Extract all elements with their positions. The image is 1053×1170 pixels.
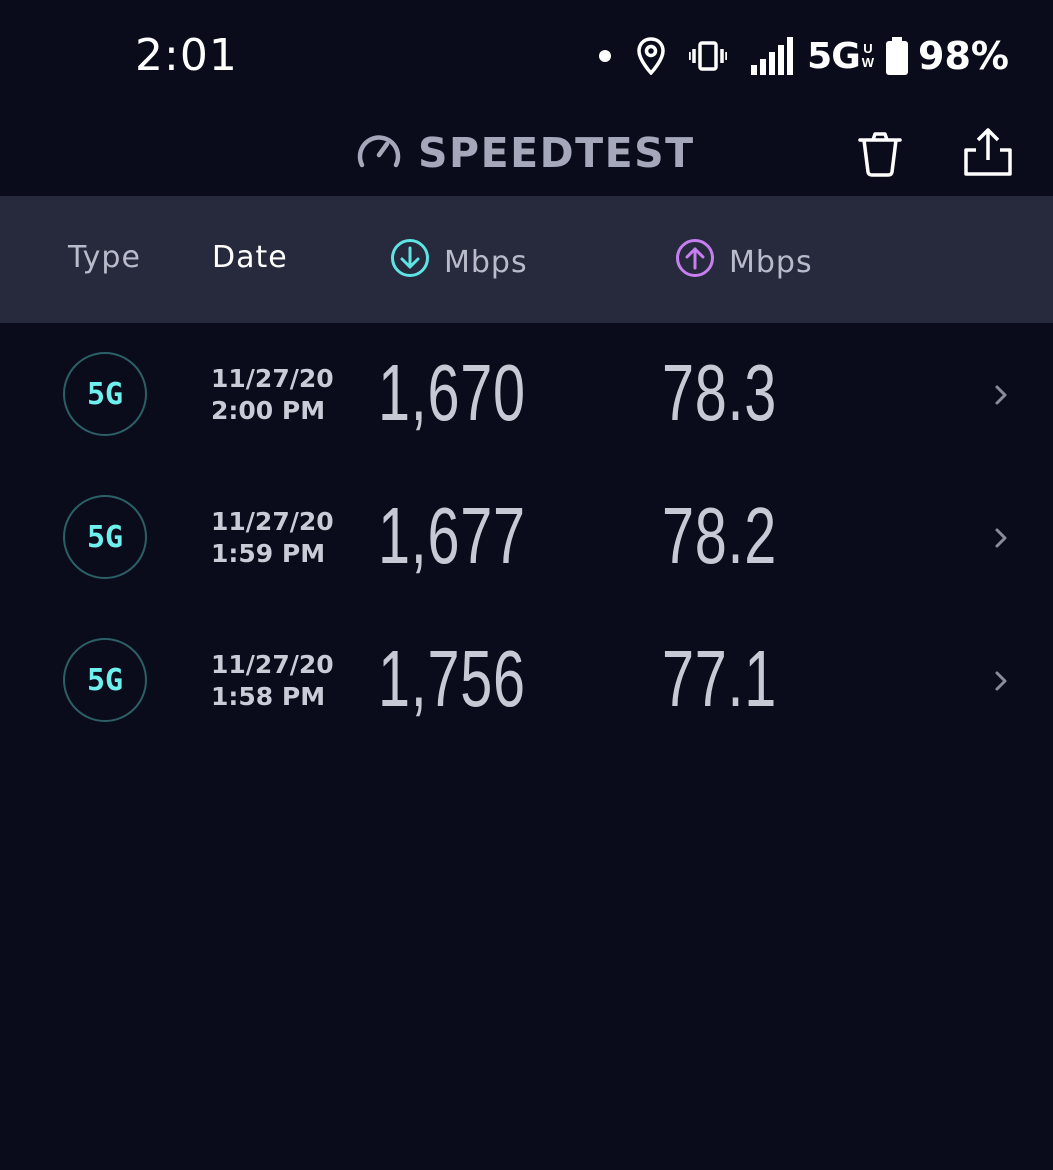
result-date: 11/27/20 [211, 650, 334, 679]
network-sub-label: U W [862, 42, 874, 70]
result-row[interactable]: 5G 11/27/20 1:59 PM 1,677 78.2 [0, 466, 1053, 609]
app-title: SPEEDTEST [356, 128, 695, 178]
trash-icon [858, 132, 902, 177]
column-header-upload[interactable]: Mbps [675, 238, 813, 286]
network-type-label: 5G [807, 35, 861, 77]
result-time: 2:00 PM [211, 396, 326, 425]
app-header: SPEEDTEST [0, 110, 1053, 196]
vibrate-icon [689, 41, 728, 71]
network-sub-top: U [863, 41, 873, 56]
chevron-right-icon[interactable] [990, 381, 1012, 409]
result-datetime: 11/27/20 1:58 PM [211, 649, 334, 713]
result-row[interactable]: 5G 11/27/20 2:00 PM 1,670 78.3 [0, 323, 1053, 466]
download-arrow-icon [390, 238, 430, 286]
column-header-download[interactable]: Mbps [390, 238, 528, 286]
download-unit-label: Mbps [444, 244, 528, 280]
network-sub-bottom: W [861, 55, 875, 70]
share-button[interactable] [962, 126, 1014, 178]
battery-icon [886, 37, 909, 75]
download-speed-value: 1,670 [378, 348, 526, 437]
speedometer-icon [356, 131, 402, 176]
signal-strength-icon [751, 37, 794, 75]
column-header-date[interactable]: Date [212, 240, 288, 275]
chevron-right-icon[interactable] [990, 667, 1012, 695]
results-table-header: Type Date Mbps Mbps [0, 196, 1053, 323]
upload-speed-value: 78.3 [662, 348, 777, 437]
upload-speed-value: 77.1 [662, 634, 777, 723]
status-time: 2:01 [135, 30, 238, 81]
result-time: 1:59 PM [211, 539, 326, 568]
connection-type-badge: 5G [63, 638, 147, 722]
connection-type-badge: 5G [63, 495, 147, 579]
download-speed-value: 1,756 [378, 634, 526, 723]
upload-unit-label: Mbps [729, 244, 813, 280]
result-row[interactable]: 5G 11/27/20 1:58 PM 1,756 77.1 [0, 609, 1053, 752]
upload-arrow-icon [675, 238, 715, 286]
result-date: 11/27/20 [211, 507, 334, 536]
battery-percent: 98% [918, 34, 1009, 78]
delete-button[interactable] [856, 130, 904, 178]
result-date: 11/27/20 [211, 364, 334, 393]
connection-type-badge: 5G [63, 352, 147, 436]
column-header-type[interactable]: Type [68, 240, 141, 275]
status-bar: 2:01 5G U W 98% [0, 0, 1053, 110]
status-icons: 5G U W 98% [599, 30, 1009, 82]
result-time: 1:58 PM [211, 682, 326, 711]
location-pin-icon [637, 37, 665, 75]
download-speed-value: 1,677 [378, 491, 526, 580]
upload-speed-value: 78.2 [662, 491, 777, 580]
notification-dot-icon [599, 50, 612, 62]
chevron-right-icon[interactable] [990, 524, 1012, 552]
result-datetime: 11/27/20 1:59 PM [211, 506, 334, 570]
app-title-text: SPEEDTEST [418, 129, 695, 177]
result-datetime: 11/27/20 2:00 PM [211, 363, 334, 427]
share-icon [964, 128, 1012, 176]
